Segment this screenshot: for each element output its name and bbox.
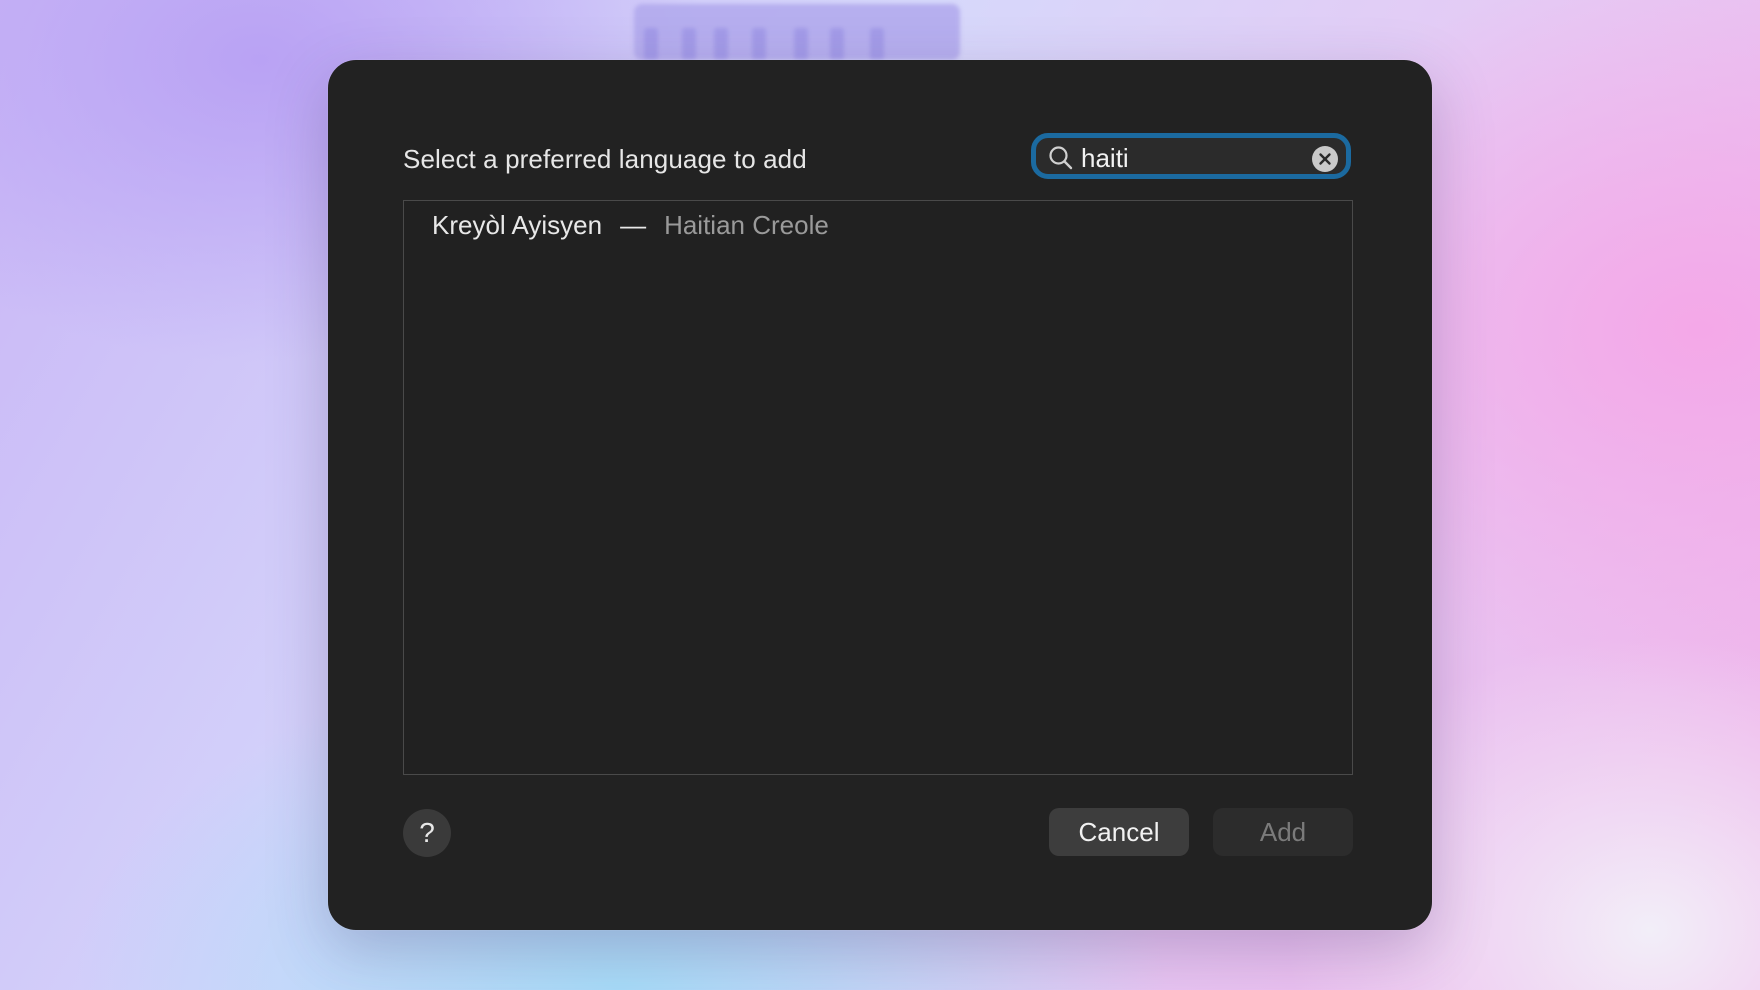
clear-search-icon[interactable] xyxy=(1312,146,1338,172)
search-input[interactable] xyxy=(1081,140,1301,176)
background-window-detail xyxy=(752,28,766,60)
search-field[interactable] xyxy=(1031,133,1351,179)
dialog-title: Select a preferred language to add xyxy=(403,144,807,174)
language-results-list[interactable]: Kreyòl Ayisyen — Haitian Creole xyxy=(403,200,1353,775)
background-window-detail xyxy=(682,28,696,60)
background-window-detail xyxy=(714,28,728,60)
background-window-detail xyxy=(794,28,808,60)
list-item-haitian-creole[interactable]: Kreyòl Ayisyen — Haitian Creole xyxy=(432,209,829,241)
language-native-name: Kreyòl Ayisyen xyxy=(432,209,603,240)
language-english-name: Haitian Creole xyxy=(664,209,829,240)
cancel-button[interactable]: Cancel xyxy=(1049,808,1189,856)
background-window-detail xyxy=(870,28,884,60)
add-language-dialog: Select a preferred language to add Kreyò… xyxy=(328,60,1432,930)
search-icon xyxy=(1048,145,1074,171)
language-name-separator: — xyxy=(620,209,647,240)
help-button[interactable]: ? xyxy=(403,809,451,857)
background-window-detail xyxy=(644,28,658,60)
background-window xyxy=(634,4,960,60)
add-button[interactable]: Add xyxy=(1213,808,1353,856)
background-window-detail xyxy=(830,28,844,60)
